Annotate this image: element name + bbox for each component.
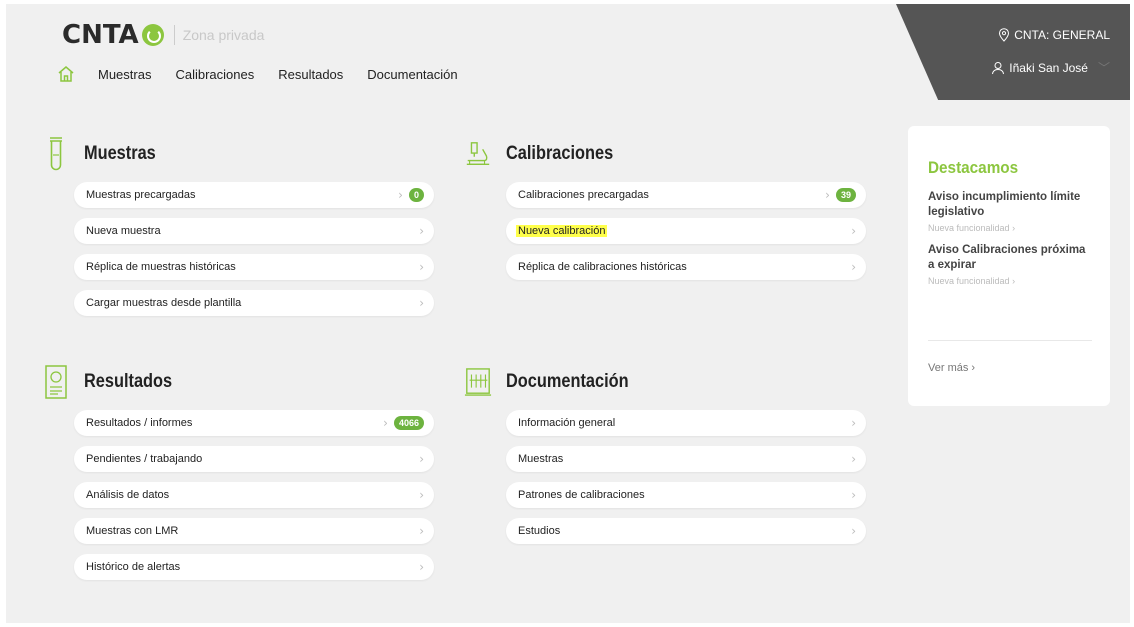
logo[interactable]: CNTA Zona privada [62, 20, 264, 50]
list-item-label: Patrones de calibraciones [518, 489, 645, 501]
app-frame: CNTA Zona privada Muestras Calibraciones… [6, 4, 1130, 623]
chevron-right-icon: › [825, 188, 830, 202]
section-documentacion: Documentación Información general › Mues… [464, 362, 866, 554]
logo-divider [173, 25, 175, 45]
count-badge: 0 [408, 188, 424, 202]
list-item-replica-muestras[interactable]: Réplica de muestras históricas › [74, 254, 434, 280]
list-item-label: Análisis de datos [86, 489, 170, 501]
test-tube-icon [42, 136, 70, 172]
chevron-right-icon: › [851, 224, 856, 238]
location-pin-icon [999, 28, 1010, 42]
chevron-right-icon: › [971, 362, 976, 374]
home-icon[interactable] [56, 64, 76, 84]
news-title: Aviso Calibraciones próxima a expirar [928, 244, 1086, 271]
list-item-pendientes[interactable]: Pendientes / trabajando › [74, 446, 434, 472]
list-item-muestras-lmr[interactable]: Muestras con LMR › [74, 518, 434, 544]
logo-text: CNTA [62, 20, 139, 50]
chevron-right-icon: › [419, 296, 424, 310]
list-item-label: Muestras [518, 453, 564, 465]
list-item-doc-muestras[interactable]: Muestras › [506, 446, 866, 472]
list-item-cargar-plantilla[interactable]: Cargar muestras desde plantilla › [74, 290, 434, 316]
list-item-replica-calibraciones[interactable]: Réplica de calibraciones históricas › [506, 254, 866, 280]
chevron-right-icon: › [851, 416, 856, 430]
list-item-estudios[interactable]: Estudios › [506, 518, 866, 544]
list-item-label: Estudios [518, 525, 561, 537]
section-resultados: Resultados Resultados / informes › 4066 … [45, 362, 434, 590]
section-title-resultados: Resultados [84, 371, 173, 392]
list-item-label: Réplica de muestras históricas [86, 261, 236, 273]
news-item[interactable]: Aviso incumplimiento límite legislativo … [928, 190, 1092, 233]
list-item-informacion-general[interactable]: Información general › [506, 410, 866, 436]
news-item[interactable]: Aviso Calibraciones próxima a expirar Nu… [928, 243, 1092, 286]
nav-item-muestras[interactable]: Muestras [98, 67, 151, 82]
section-title-muestras: Muestras [84, 143, 156, 164]
section-title-documentacion: Documentación [506, 371, 629, 392]
header: CNTA Zona privada Muestras Calibraciones… [6, 4, 1130, 100]
count-badge: 4066 [393, 416, 424, 430]
list-item-label: Nueva muestra [86, 225, 161, 237]
nav-item-calibraciones[interactable]: Calibraciones [175, 67, 254, 82]
user-icon [992, 61, 1005, 74]
zone-subtitle: Zona privada [182, 27, 265, 43]
nav-item-documentacion[interactable]: Documentación [367, 67, 457, 82]
main-nav: Muestras Calibraciones Resultados Docume… [56, 64, 482, 84]
user-menu[interactable]: Iñaki San José ﹀ [991, 59, 1110, 76]
section-calibraciones: Calibraciones Calibraciones precargadas … [466, 134, 866, 290]
report-icon [42, 364, 70, 400]
chevron-right-icon: › [419, 260, 424, 274]
user-name: Iñaki San José [1009, 60, 1088, 75]
chevron-right-icon: › [851, 260, 856, 274]
highlights-card: Destacamos Aviso incumplimiento límite l… [908, 126, 1110, 406]
chevron-right-icon: › [398, 188, 403, 202]
nav-item-resultados[interactable]: Resultados [278, 67, 343, 82]
list-item-label: Resultados / informes [86, 417, 193, 429]
list-item-label: Información general [518, 417, 616, 429]
chevron-right-icon: › [851, 452, 856, 466]
chevron-right-icon: › [419, 560, 424, 574]
chevron-right-icon: › [419, 224, 424, 238]
divider [928, 340, 1092, 341]
logo-mark-icon [141, 24, 164, 46]
location-selector[interactable]: CNTA: GENERAL [998, 28, 1110, 42]
list-item-resultados-informes[interactable]: Resultados / informes › 4066 [74, 410, 434, 436]
section-muestras: Muestras Muestras precargadas › 0 Nueva … [48, 134, 434, 326]
list-item-label: Réplica de calibraciones históricas [518, 261, 687, 273]
microscope-icon [464, 136, 492, 172]
user-panel: CNTA: GENERAL Iñaki San José ﹀ [896, 4, 1130, 100]
news-subtitle: Nueva funcionalidad › [928, 276, 1016, 286]
list-item-nueva-muestra[interactable]: Nueva muestra › [74, 218, 434, 244]
list-item-calibraciones-precargadas[interactable]: Calibraciones precargadas › 39 [506, 182, 866, 208]
chevron-right-icon: › [419, 452, 424, 466]
chevron-right-icon: › [383, 416, 388, 430]
see-more-link[interactable]: Ver más › [928, 362, 975, 374]
chevron-right-icon: › [1012, 276, 1016, 286]
highlights-title: Destacamos [928, 158, 1019, 177]
list-item-label: Muestras precargadas [86, 189, 196, 201]
documents-icon [464, 364, 492, 400]
list-item-label: Nueva calibración [516, 225, 608, 237]
chevron-right-icon: › [851, 488, 856, 502]
list-item-label: Calibraciones precargadas [518, 189, 649, 201]
chevron-right-icon: › [851, 524, 856, 538]
chevron-right-icon: › [419, 488, 424, 502]
list-item-label: Histórico de alertas [86, 561, 181, 573]
location-label: CNTA: GENERAL [1014, 28, 1110, 42]
list-item-label: Pendientes / trabajando [86, 453, 203, 465]
list-item-analisis-datos[interactable]: Análisis de datos › [74, 482, 434, 508]
section-title-calibraciones: Calibraciones [506, 143, 614, 164]
list-item-muestras-precargadas[interactable]: Muestras precargadas › 0 [74, 182, 434, 208]
list-item-historico-alertas[interactable]: Histórico de alertas › [74, 554, 434, 580]
list-item-patrones-calibraciones[interactable]: Patrones de calibraciones › [506, 482, 866, 508]
news-title: Aviso incumplimiento límite legislativo [928, 191, 1081, 218]
list-item-nueva-calibracion[interactable]: Nueva calibración › [506, 218, 866, 244]
count-badge: 39 [835, 188, 856, 202]
chevron-right-icon: › [1012, 223, 1016, 233]
chevron-down-icon: ﹀ [1097, 61, 1110, 75]
list-item-label: Cargar muestras desde plantilla [86, 297, 242, 309]
news-subtitle: Nueva funcionalidad › [928, 223, 1016, 233]
list-item-label: Muestras con LMR [86, 525, 179, 537]
chevron-right-icon: › [419, 524, 424, 538]
